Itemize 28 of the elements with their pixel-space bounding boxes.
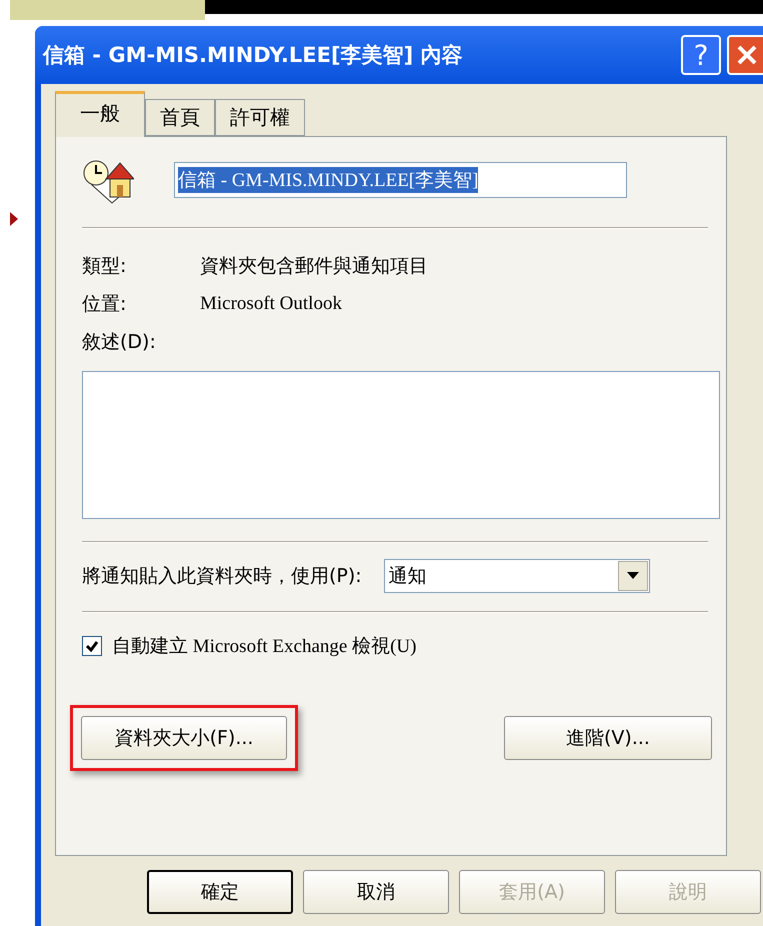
tab[interactable]: 首頁 bbox=[145, 99, 215, 136]
post-form-label: 將通知貼入此資料夾時，使用(P): bbox=[82, 564, 362, 589]
property-label: 位置: bbox=[82, 292, 128, 317]
name-field[interactable]: 信箱 - GM-MIS.MINDY.LEE[李美智] bbox=[174, 162, 627, 198]
name-text: 信箱 - GM-MIS.MINDY.LEE[李美智] bbox=[178, 167, 478, 193]
caret-icon bbox=[626, 572, 639, 580]
dialog-button[interactable]: 取消 bbox=[303, 870, 449, 914]
help-button[interactable]: ? bbox=[681, 35, 721, 75]
folder-size-button[interactable]: 資料夾大小(F)... bbox=[81, 716, 287, 760]
advanced-button[interactable]: 進階(V)... bbox=[504, 716, 712, 760]
tab[interactable]: 許可權 bbox=[215, 99, 305, 136]
tab[interactable]: 一般 bbox=[55, 91, 145, 137]
window-title: 信箱 - GM-MIS.MINDY.LEE[李美智] 內容 bbox=[43, 42, 464, 69]
close-icon bbox=[735, 43, 759, 67]
description-field[interactable] bbox=[82, 371, 720, 519]
dropdown-value: 通知 bbox=[388, 564, 427, 589]
dialog-button[interactable]: 確定 bbox=[147, 870, 293, 914]
property-label: 類型: bbox=[82, 254, 128, 279]
property-value: Microsoft Outlook bbox=[200, 293, 342, 315]
post-form-dropdown[interactable]: 通知 bbox=[384, 559, 650, 593]
checkbox[interactable] bbox=[82, 636, 102, 656]
property-value: 資料夾包含郵件與通知項目 bbox=[200, 254, 428, 279]
close-button[interactable] bbox=[727, 35, 763, 75]
checkbox-label: 自動建立 Microsoft Exchange 檢視(U) bbox=[112, 635, 416, 659]
description-label: 敘述(D): bbox=[82, 330, 157, 355]
dropdown-button[interactable] bbox=[618, 561, 648, 591]
checkmark-icon bbox=[85, 639, 99, 653]
triangle-icon bbox=[10, 212, 18, 226]
